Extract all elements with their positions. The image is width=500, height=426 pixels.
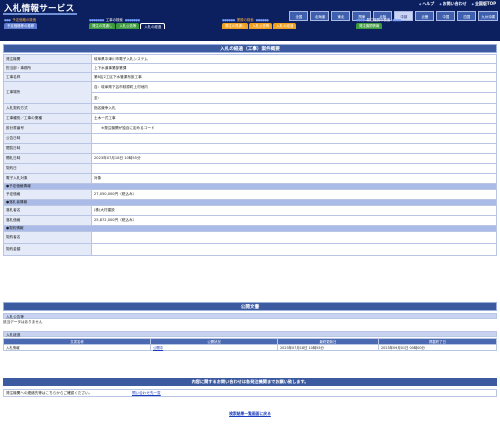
table-row: 発注機関 岐阜県中津川市電子入札システム: [3, 54, 497, 64]
back-to-results-link: 検索結果一覧画面に戻る: [0, 411, 500, 417]
table-row: 工事名称 第8区2工区下水管渠布設工事: [3, 72, 497, 82]
row-label: 工事名称: [3, 72, 92, 82]
back-link-text[interactable]: 検索結果一覧画面に戻る: [229, 411, 271, 416]
tab-project-progress[interactable]: 入札の経過: [140, 23, 166, 29]
table-row: 開札日時 2023年07月18日 10時55分: [3, 153, 497, 164]
row-label: 入札契約方式: [3, 103, 92, 114]
region-hokkaido[interactable]: 北海道: [310, 11, 330, 21]
top-links: ヘルプ お問い合わせ 全国版TOP: [419, 1, 496, 7]
row-label: 契約者名: [3, 231, 92, 244]
notice-empty-text: 該当データはありません: [3, 320, 43, 324]
title-underline: [3, 13, 77, 15]
doc-end-cell: 2023年09月01日 00時00分: [378, 344, 497, 351]
table-row: 入札情報 公開中 2023年07月18日 10時55分 2023年09月01日 …: [3, 344, 497, 351]
doc-status-link[interactable]: 公開中: [150, 344, 278, 351]
row-label: 電子入札対象: [3, 173, 92, 184]
row-value: 25,872,000円（税込み）: [91, 215, 497, 226]
row-value: ※発注機関が独自に定めるコード: [91, 123, 497, 134]
progress-subhead: 入札経過: [3, 331, 497, 337]
tab-contract-notice[interactable]: 入札公告等: [249, 23, 273, 29]
row-value: 2023年07月18日 10時55分: [91, 153, 497, 164]
nav-head-contract: ●●●●●● 業務の検索 ●●●●●●: [222, 17, 269, 23]
table-row: 入札契約方式 指名競争入札: [3, 103, 497, 114]
row-label: 予定価格: [3, 189, 92, 200]
table-row: 公告日時: [3, 133, 497, 144]
doc-updated-cell: 2023年07月18日 10時55分: [277, 344, 379, 351]
nav-group-price: ●●● 予定価格の検索 予定価格等の推移: [4, 17, 38, 29]
tab-price-trend[interactable]: 予定価格等の推移: [4, 23, 38, 29]
header-bar: 入札情報サービス ヘルプ お問い合わせ 全国版TOP 全国 北海道 東北 関東 …: [0, 0, 500, 38]
row-value: (株)大村建設: [91, 205, 497, 216]
row-label: 落札者名: [3, 205, 92, 216]
row-label: 工事場所: [3, 81, 92, 104]
row-value: [91, 243, 497, 256]
row-value: 岐阜県中津川市電子入札システム: [91, 54, 497, 64]
table-row: 契約者名: [3, 231, 497, 244]
table-row: 落札者名 (株)大村建設: [3, 205, 497, 216]
tab-project-outlook[interactable]: 発注の見通し: [89, 23, 116, 29]
table-row: 閲覧日時: [3, 143, 497, 154]
row-value: 対象: [91, 173, 497, 184]
inquiry-list-link[interactable]: 問い合わせ先一覧: [132, 390, 161, 396]
row-label: 担当部・事務所: [3, 63, 92, 73]
tab-contract-outlook[interactable]: 発注の見通し: [222, 23, 249, 29]
row-label: 落札価格: [3, 215, 92, 226]
row-label: 工事種別／工事の業種: [3, 113, 92, 124]
row-value: 至：: [91, 92, 497, 104]
table-row: 契約金額: [3, 243, 497, 256]
row-value: 指名競争入札: [91, 103, 497, 114]
table-row: 契約日: [3, 163, 497, 174]
region-chugoku[interactable]: 中国: [436, 11, 456, 21]
region-kyushu[interactable]: 九州沖縄: [478, 11, 498, 21]
row-value: 27,050,000円（税込み）: [91, 189, 497, 200]
notice-subhead: 入札公告等: [3, 313, 497, 319]
tab-contract-progress[interactable]: 入札の経過: [273, 23, 297, 29]
inquiry-text: 発注機関への連絡先等はこちらからご確認ください。: [6, 391, 93, 395]
nav-head-agency: ●●●● 発注機関の検索 ●●●●: [356, 17, 401, 23]
row-value: [91, 133, 497, 144]
nav-group-contract: ●●●●●● 業務の検索 ●●●●●● 発注の見通し 入札公告等 入札の経過: [222, 17, 297, 29]
inquiry-row: 発注機関への連絡先等はこちらからご確認ください。 問い合わせ先一覧: [3, 389, 497, 397]
nav-group-project: ●●●●●●● 工事の検索 ●●●●●●● 発注の見通し 入札公告等 入札の経過: [89, 17, 166, 29]
detail-table: 発注機関 岐阜県中津川市電子入札システム 担当部・事務所 上下水道事業部業課 工事名…: [3, 54, 497, 256]
row-value: [91, 231, 497, 244]
documents-table: 文書名称 公開状況 最終更新日 掲載終了日 入札情報 公開中 2023年07月1…: [3, 338, 497, 351]
table-row: 工事種別／工事の業種 土木一式工事: [3, 113, 497, 124]
table-row: 担当部・事務所 上下水道事業部業課: [3, 63, 497, 73]
public-docs-title: 公開文書: [3, 302, 497, 311]
table-row: 電子入札対象 対象: [3, 173, 497, 184]
nav-head-project: ●●●●●●● 工事の検索 ●●●●●●●: [89, 17, 140, 23]
table-row: 工事場所 自：岐阜県下呂市萩原町上村地内: [3, 81, 497, 104]
nav-group-agency: ●●●● 発注機関の検索 ●●●● 発注機関情報: [356, 17, 401, 29]
region-shikoku[interactable]: 四国: [457, 11, 477, 21]
help-link[interactable]: ヘルプ: [419, 1, 434, 7]
row-value: [91, 163, 497, 174]
row-label: 閲覧日時: [3, 143, 92, 154]
row-value: 土木一式工事: [91, 113, 497, 124]
row-label: 開札日時: [3, 153, 92, 164]
header-underbar: [0, 38, 500, 41]
row-label: 発注機関: [3, 54, 92, 64]
table-row: 落札価格 25,872,000円（税込み）: [3, 215, 497, 226]
nav-head-price: ●●● 予定価格の検索: [4, 17, 37, 23]
national-top-link[interactable]: 全国版TOP: [472, 1, 496, 7]
row-value: [91, 143, 497, 154]
row-value: 上下水道事業部業課: [91, 63, 497, 73]
tab-agency-info[interactable]: 発注機関情報: [356, 23, 383, 29]
row-label: 公告日時: [3, 133, 92, 144]
doc-name-cell: 入札情報: [3, 344, 151, 351]
table-row: 予定価格 27,050,000円（税込み）: [3, 189, 497, 200]
row-label: 契約日: [3, 163, 92, 174]
tab-project-notice[interactable]: 入札公告等: [116, 23, 140, 29]
row-value: 自：岐阜県下呂市萩原町上村地内: [91, 81, 497, 93]
row-label: 設計書番号: [3, 123, 92, 134]
inquiry-link[interactable]: お問い合わせ: [439, 1, 467, 7]
row-value: 第8区2工区下水管渠布設工事: [91, 72, 497, 82]
row-label: 契約金額: [3, 243, 92, 256]
inquiry-banner: 内容に関するお問い合わせは各発注機関までお願い致します。: [3, 378, 497, 386]
table-row: 設計書番号 ※発注機関が独自に定めるコード: [3, 123, 497, 134]
detail-title: 入札の経過（工事）案件概要: [3, 44, 497, 53]
region-tohoku[interactable]: 東北: [331, 11, 351, 21]
region-kinki[interactable]: 近畿: [415, 11, 435, 21]
